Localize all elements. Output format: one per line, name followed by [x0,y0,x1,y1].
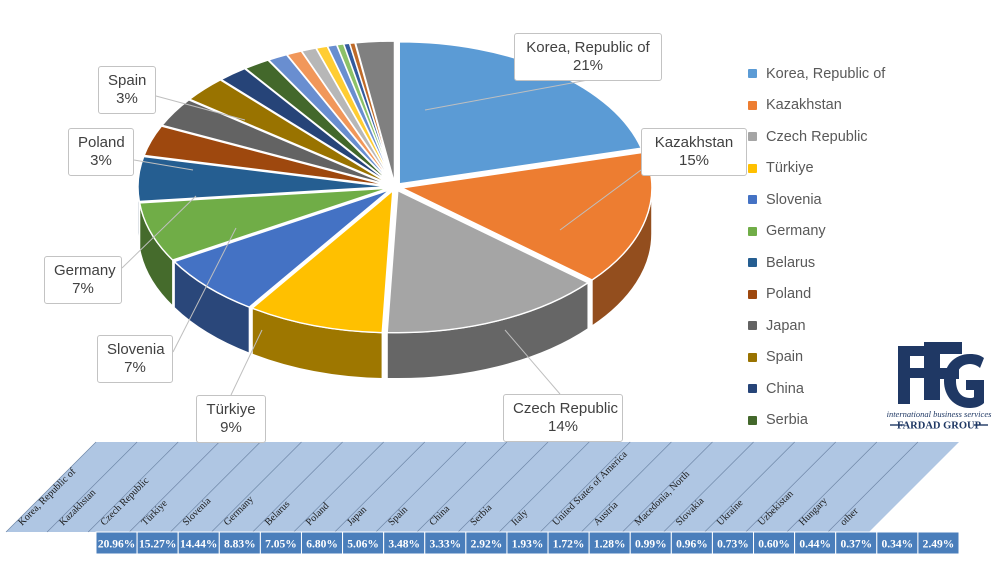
table-value-text: 5.06% [347,539,379,551]
table-value-text: 0.96% [676,539,708,551]
table-value-text: 2.49% [923,539,955,551]
table-value-text: 15.27% [139,539,176,551]
callout-label: Türkiye [206,401,256,418]
table-value-text: 6.80% [306,539,338,551]
table-value-text: 1.28% [594,539,626,551]
table-value-text: 3.48% [388,539,420,551]
callout-value: 3% [116,89,138,107]
legend-item-label: Türkiye [766,160,814,177]
callout-value: 9% [220,418,242,436]
legend-item-japan[interactable]: Japan [748,310,988,342]
data-table-svg: Korea, Republic ofKazakhstan Czech Republ… [5,441,960,555]
callout-value: 3% [90,151,112,169]
legend-item-slovenia[interactable]: Slovenia [748,184,988,216]
legend-item-label: Germany [766,223,826,240]
callout-label: Poland [78,134,125,151]
callout-value: 7% [72,279,94,297]
callout-label: Spain [108,72,147,89]
legend-item-belarus[interactable]: Belarus [748,247,988,279]
legend-item-label: Czech Republic [766,128,868,145]
callout-germany: Germany 7% [44,256,122,305]
legend-item-kazakhstan[interactable]: Kazakhstan [748,90,988,122]
callout-value: 21% [572,56,604,74]
legend-item-label: Spain [766,349,804,366]
data-table: Korea, Republic of Kazakhstan Czech Republ… [0,436,999,562]
callout-label: Kazakhstan [654,134,734,151]
table-value-text: 0.99% [635,539,667,551]
table-value-text: 8.83% [224,539,256,551]
logo-tagline: international business services [887,409,993,419]
table-value-text: 20.96% [98,539,135,551]
legend-swatch [748,258,757,268]
legend-swatch [748,163,757,173]
callout-turkiye: Türkiye 9% [196,395,266,444]
legend-swatch [748,100,757,110]
legend-swatch [748,69,757,79]
table-value-row: 20.96% 15.27% 14.44% 8.83% 7.05% 6.80% 5.06% 3.… [95,531,960,555]
pie-slices [137,40,653,334]
legend-swatch [748,132,757,142]
logo-company-name: FARDAD GROUP [897,421,982,431]
table-header-row: Korea, Republic ofKazakhstan Czech Republ… [5,441,959,533]
callout-slovenia: Slovenia 7% [97,335,173,384]
table-value-text: 0.37% [840,539,872,551]
callout-label: Germany [54,262,116,279]
legend-item-label: China [766,380,804,397]
legend-item-label: Kazakhstan [766,97,842,114]
callout-value: 7% [124,358,146,376]
legend-item-label: Slovenia [766,191,822,208]
callout-poland: Poland 3% [68,128,134,177]
legend-swatch [748,195,757,205]
company-logo: international business services FARDAD G… [884,338,994,432]
legend-swatch [748,226,757,236]
legend-swatch [748,352,757,362]
legend-swatch [748,384,757,394]
legend-item-korea-republic-of[interactable]: Korea, Republic of [748,58,988,90]
callout-label: Slovenia [107,341,165,358]
legend-item-label: Korea, Republic of [766,65,886,82]
legend-swatch [748,321,757,331]
table-value-text: 0.60% [758,539,790,551]
callout-korea: Korea, Republic of 21% [514,33,662,82]
callout-label: Czech Republic [513,400,619,417]
callout-label: Korea, Republic of [526,39,650,56]
table-value-text: 0.44% [799,539,831,551]
chart-canvas: Korea, Republic of 21% Kazakhstan 15% Cz… [0,0,999,562]
table-value-text: 0.73% [717,539,749,551]
callout-value: 14% [547,417,579,435]
legend-item-label: Japan [766,317,806,334]
logo-svg: international business services FARDAD G… [887,342,993,432]
table-value-text: 0.34% [882,539,914,551]
legend-item-label: Serbia [766,412,808,429]
table-value-text: 1.72% [553,539,585,551]
table-value-text: 3.33% [429,539,461,551]
legend-item-poland[interactable]: Poland [748,279,988,311]
logo-monogram-fg [898,342,984,408]
callout-spain: Spain 3% [98,66,156,115]
callout-czech-republic: Czech Republic 14% [503,394,623,443]
legend-swatch [748,415,757,425]
legend-item-czech-republic[interactable]: Czech Republic [748,121,988,153]
callout-kazakhstan: Kazakhstan 15% [641,128,747,177]
callout-value: 15% [678,151,710,169]
table-value-text: 1.93% [512,539,544,551]
legend-item-label: Belarus [766,254,816,271]
logo-company-row: FARDAD GROUP [890,421,988,432]
legend-item-germany[interactable]: Germany [748,216,988,248]
table-value-text: 2.92% [471,539,503,551]
legend-item-label: Poland [766,286,812,303]
table-value-text: 7.05% [265,539,297,551]
legend-item-t-rkiye[interactable]: Türkiye [748,153,988,185]
legend-swatch [748,289,757,299]
table-value-text: 14.44% [180,539,217,551]
